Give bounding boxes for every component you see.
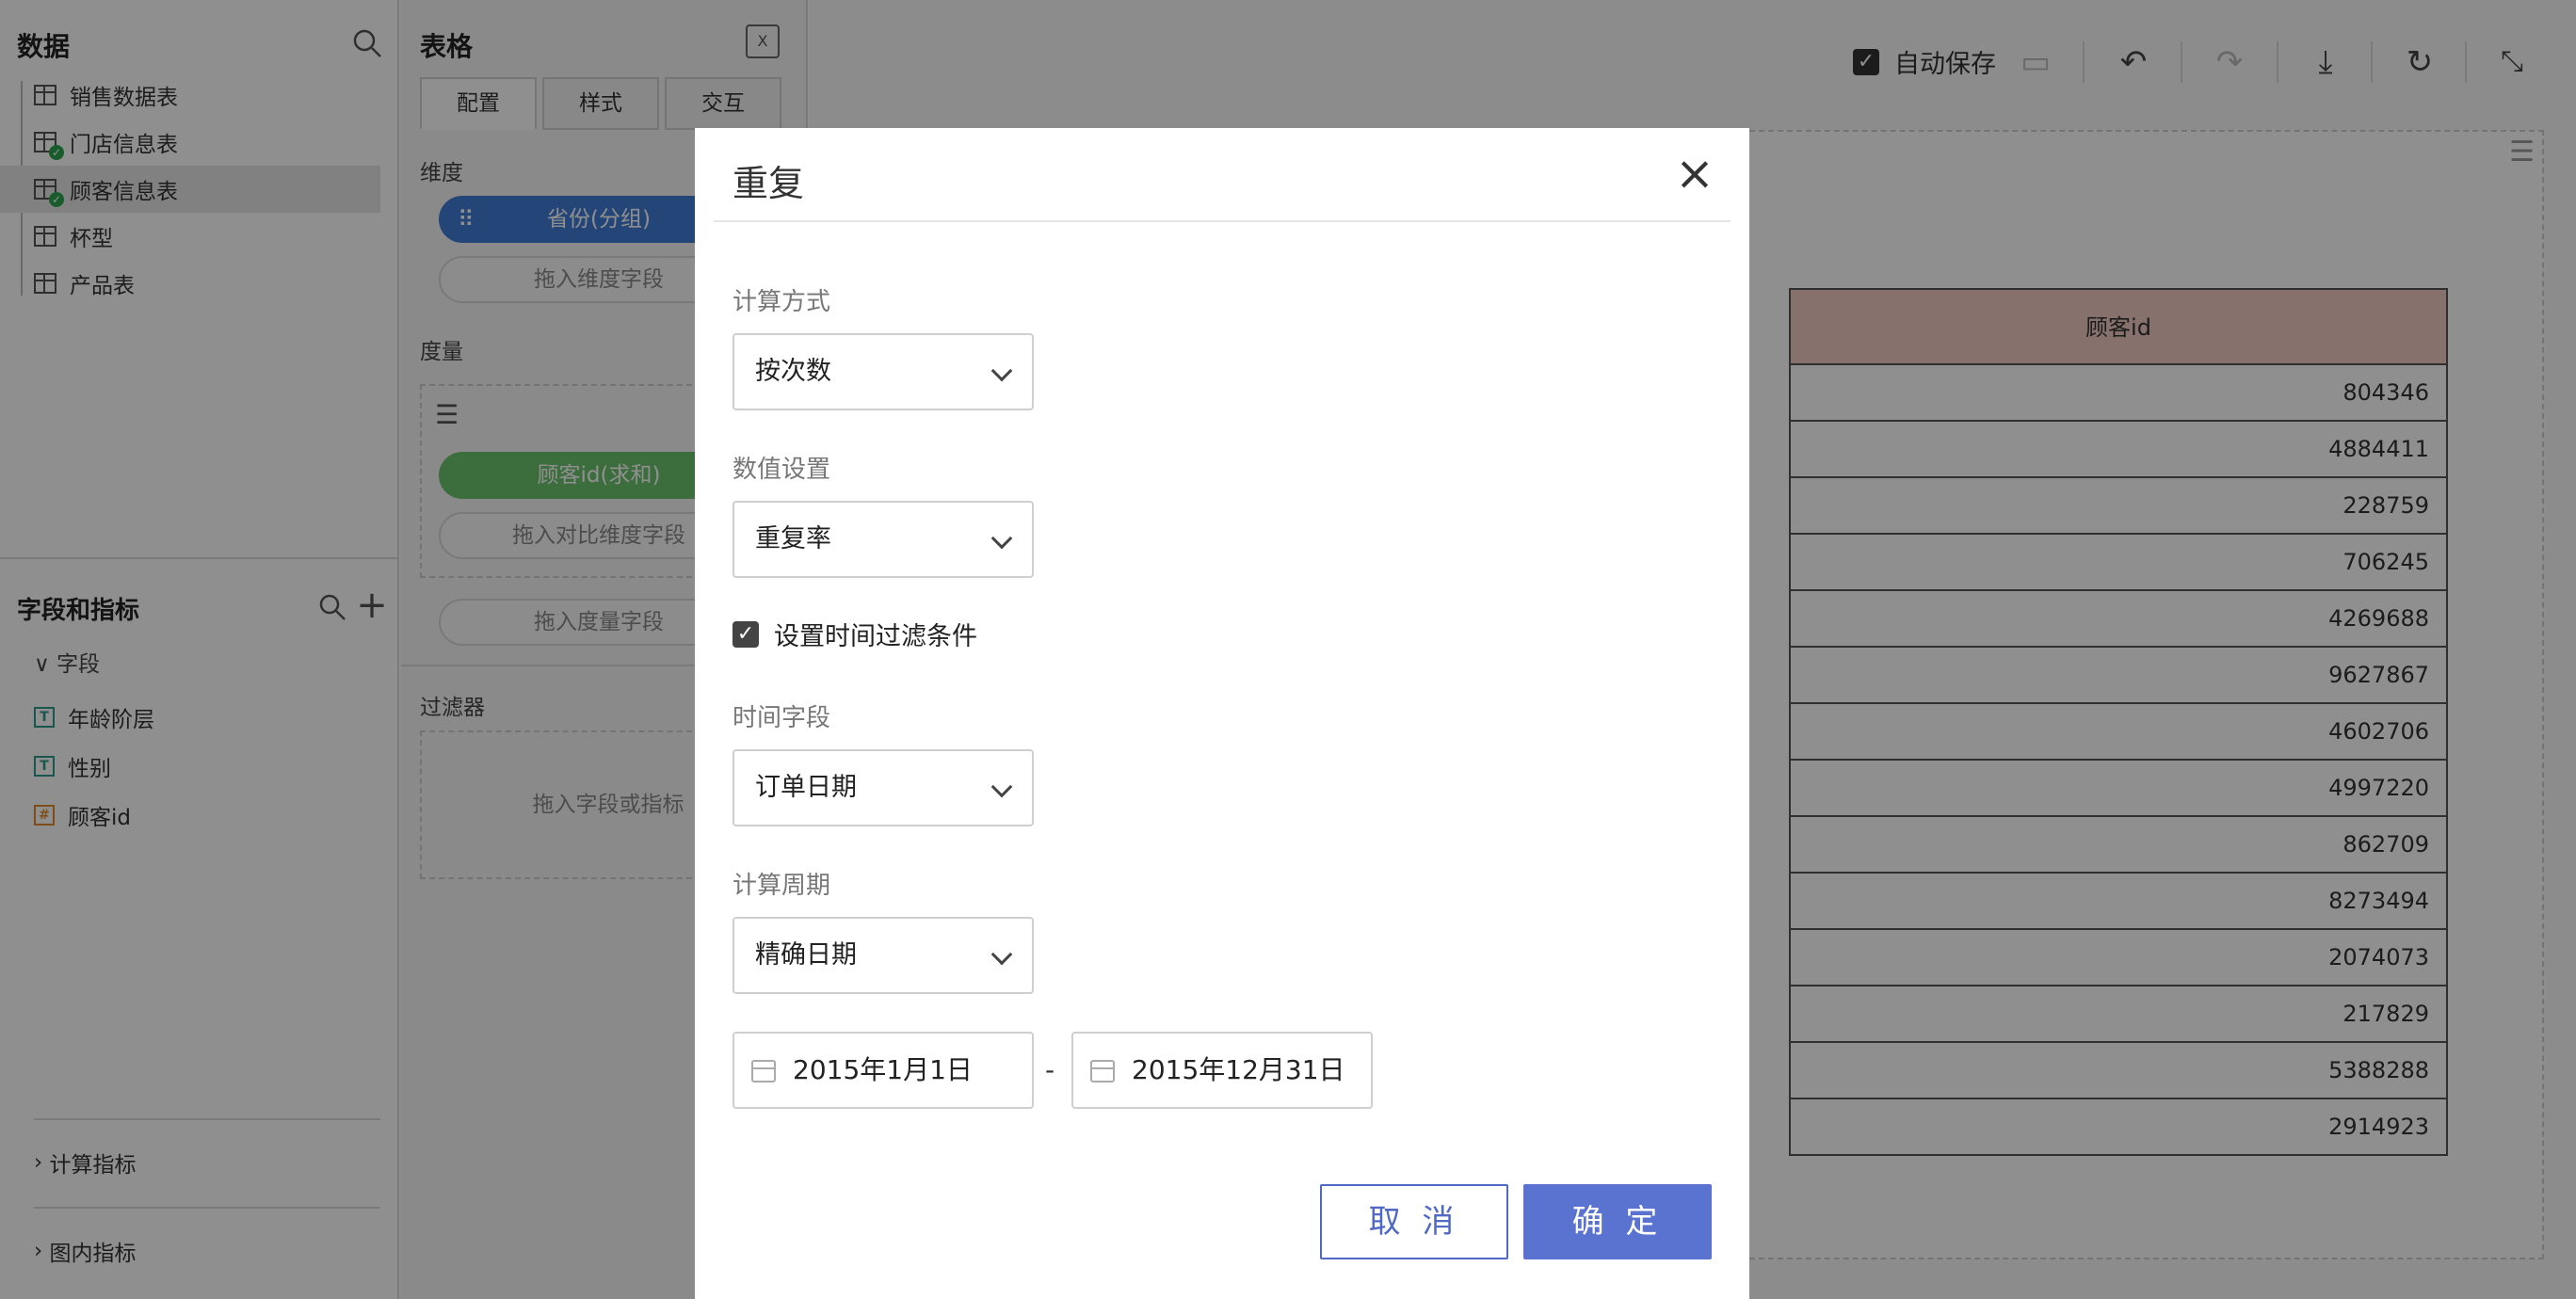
repeat-dialog: 重复 × 计算方式 按次数 数值设置 重复率 ✓ 设置时间过滤条件 时间字段 订… <box>695 128 1749 1299</box>
time-filter-label[interactable]: 设置时间过滤条件 <box>774 616 977 652</box>
chevron-down-icon <box>990 360 1013 382</box>
period-select[interactable]: 精确日期 <box>733 917 1034 994</box>
calc-method-select[interactable]: 按次数 <box>733 333 1034 410</box>
close-icon[interactable]: × <box>1674 150 1715 197</box>
value-setting-select[interactable]: 重复率 <box>733 501 1034 578</box>
start-date-value: 2015年1月1日 <box>793 1054 973 1085</box>
end-date-value: 2015年12月31日 <box>1132 1054 1345 1085</box>
period-value: 精确日期 <box>755 940 857 970</box>
chevron-down-icon <box>990 527 1013 550</box>
time-field-select[interactable]: 订单日期 <box>733 749 1034 826</box>
date-separator: - <box>1045 1054 1055 1085</box>
end-date-input[interactable]: 2015年12月31日 <box>1071 1032 1373 1109</box>
chevron-down-icon <box>990 776 1013 798</box>
start-date-input[interactable]: 2015年1月1日 <box>733 1032 1034 1109</box>
divider <box>714 220 1731 222</box>
calc-method-label: 计算方式 <box>733 288 831 316</box>
calendar-icon <box>751 1060 776 1082</box>
chevron-down-icon <box>990 943 1013 966</box>
time-field-value: 订单日期 <box>755 773 857 802</box>
value-setting-label: 数值设置 <box>733 456 831 484</box>
calendar-icon <box>1090 1060 1115 1082</box>
time-field-label: 时间字段 <box>733 704 831 732</box>
period-label: 计算周期 <box>733 872 831 900</box>
time-filter-checkbox[interactable]: ✓ <box>733 621 759 648</box>
value-setting-value: 重复率 <box>755 524 831 553</box>
dialog-title: 重复 <box>733 163 805 204</box>
cancel-button[interactable]: 取 消 <box>1320 1184 1508 1259</box>
calc-method-value: 按次数 <box>755 357 831 386</box>
confirm-button[interactable]: 确 定 <box>1523 1184 1712 1259</box>
